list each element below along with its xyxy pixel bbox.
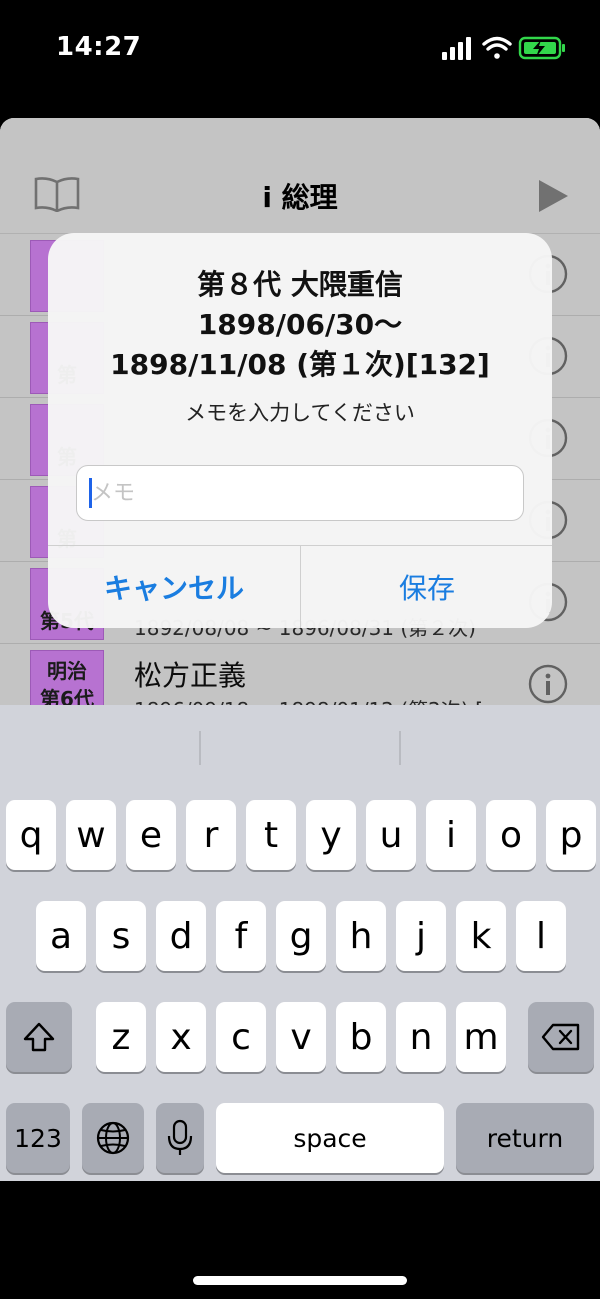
battery-charging-icon	[518, 36, 565, 60]
status-time: 14:27	[56, 32, 142, 62]
key-o[interactable]: o	[486, 800, 536, 870]
key-u[interactable]: u	[366, 800, 416, 870]
key-d[interactable]: d	[156, 901, 206, 971]
key-c[interactable]: c	[216, 1002, 266, 1072]
key-n[interactable]: n	[396, 1002, 446, 1072]
dictation-key[interactable]	[156, 1103, 204, 1173]
globe-icon	[96, 1121, 130, 1155]
key-p[interactable]: p	[546, 800, 596, 870]
status-bar: 14:27	[0, 0, 600, 100]
key-j[interactable]: j	[396, 901, 446, 971]
key-y[interactable]: y	[306, 800, 356, 870]
key-m[interactable]: m	[456, 1002, 506, 1072]
alert-message: メモを入力してください	[185, 401, 415, 425]
alert-title-line: 1898/11/08 (第１次)[132]	[110, 348, 490, 381]
key-i[interactable]: i	[426, 800, 476, 870]
memo-alert: 第８代 大隈重信 1898/06/30～ 1898/11/08 (第１次)[13…	[48, 233, 552, 628]
key-w[interactable]: w	[66, 800, 116, 870]
alert-title-line: 1898/06/30～	[197, 308, 403, 341]
cancel-button[interactable]: キャンセル	[48, 546, 300, 628]
alert-title: 第８代 大隈重信 1898/06/30～ 1898/11/08 (第１次)[13…	[68, 265, 532, 385]
key-b[interactable]: b	[336, 1002, 386, 1072]
key-e[interactable]: e	[126, 800, 176, 870]
home-indicator[interactable]	[193, 1276, 407, 1285]
key-t[interactable]: t	[246, 800, 296, 870]
wifi-icon	[482, 36, 512, 59]
key-f[interactable]: f	[216, 901, 266, 971]
space-key[interactable]: space	[216, 1103, 444, 1173]
shift-icon	[23, 1022, 55, 1052]
globe-key[interactable]	[82, 1103, 144, 1173]
key-k[interactable]: k	[456, 901, 506, 971]
key-h[interactable]: h	[336, 901, 386, 971]
key-z[interactable]: z	[96, 1002, 146, 1072]
delete-key[interactable]	[528, 1002, 594, 1072]
return-key[interactable]: return	[456, 1103, 594, 1173]
shift-key[interactable]	[6, 1002, 72, 1072]
signal-icon	[442, 37, 471, 60]
key-g[interactable]: g	[276, 901, 326, 971]
key-s[interactable]: s	[96, 901, 146, 971]
key-q[interactable]: q	[6, 800, 56, 870]
key-a[interactable]: a	[36, 901, 86, 971]
alert-title-line: 第８代 大隈重信	[197, 268, 403, 301]
key-v[interactable]: v	[276, 1002, 326, 1072]
keyboard: q w e r t y u i o p a s d f g h j k l z …	[0, 705, 600, 1181]
status-icons	[442, 36, 565, 60]
suggestion-divider	[199, 731, 201, 765]
microphone-icon	[167, 1119, 193, 1155]
key-x[interactable]: x	[156, 1002, 206, 1072]
memo-input[interactable]	[76, 465, 524, 521]
save-button[interactable]: 保存	[301, 546, 552, 628]
numbers-key[interactable]: 123	[6, 1103, 70, 1173]
suggestion-divider	[399, 731, 401, 765]
key-r[interactable]: r	[186, 800, 236, 870]
backspace-icon	[541, 1023, 580, 1051]
key-l[interactable]: l	[516, 901, 566, 971]
text-caret	[89, 478, 92, 508]
